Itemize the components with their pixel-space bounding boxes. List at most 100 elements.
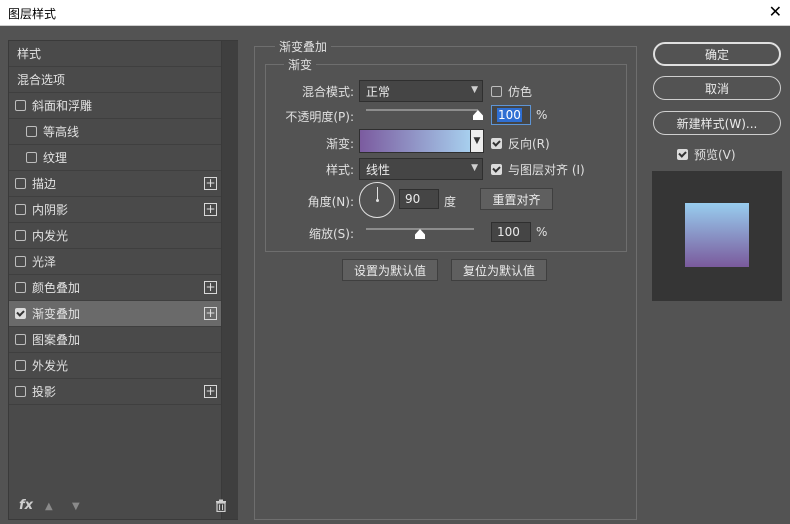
- angle-dial-center: [376, 199, 379, 202]
- chevron-down-icon: ▼: [473, 136, 481, 146]
- new-style-label: 新建样式(W)...: [676, 116, 758, 131]
- styles-list-item[interactable]: 渐变叠加 +: [9, 301, 221, 327]
- fx-button[interactable]: fx: [19, 498, 33, 513]
- styles-list-panel: 样式混合选项斜面和浮雕等高线纹理 描边 + 内阴影 + 内发光光泽颜色叠加 + 渐变叠加 + 图案…: [8, 40, 238, 520]
- reset-default-label: 复位为默认值: [462, 263, 535, 278]
- styles-list-item[interactable]: 图案叠加: [9, 327, 221, 353]
- style-checkbox[interactable]: [26, 126, 37, 137]
- style-checkbox[interactable]: [15, 360, 26, 371]
- style-label: 样式:: [325, 163, 354, 177]
- scale-slider-thumb[interactable]: [415, 229, 425, 239]
- preview-label: 预览(V): [694, 148, 736, 162]
- add-instance-icon[interactable]: +: [204, 281, 217, 294]
- opacity-slider-thumb[interactable]: [473, 110, 483, 120]
- reverse-label: 反向(R): [508, 137, 550, 151]
- styles-list-item[interactable]: 投影 +: [9, 379, 221, 405]
- chevron-down-icon: ▼: [471, 163, 478, 173]
- reset-align-label: 重置对齐: [492, 192, 541, 207]
- reset-default-button[interactable]: 复位为默认值: [451, 259, 547, 281]
- styles-list: 样式混合选项斜面和浮雕等高线纹理 描边 + 内阴影 + 内发光光泽颜色叠加 + 渐变叠加 + 图案…: [9, 41, 221, 405]
- angle-input[interactable]: 90: [399, 189, 439, 209]
- align-with-layer-checkbox[interactable]: [491, 164, 502, 175]
- styles-list-item-label: 斜面和浮雕: [32, 99, 93, 113]
- ok-button[interactable]: 确定: [653, 42, 781, 66]
- style-checkbox[interactable]: [15, 178, 26, 189]
- gradient-label: 渐变:: [325, 137, 354, 151]
- move-down-icon[interactable]: ▼: [72, 501, 80, 512]
- new-style-button[interactable]: 新建样式(W)...: [653, 111, 781, 135]
- angle-dial[interactable]: [359, 182, 395, 218]
- styles-list-item[interactable]: 样式: [9, 41, 221, 67]
- blend-mode-select[interactable]: 正常 ▼: [359, 80, 483, 102]
- gradient-dropdown-button[interactable]: ▼: [470, 129, 484, 153]
- styles-list-item-label: 外发光: [32, 359, 69, 373]
- styles-list-item-label: 样式: [17, 47, 42, 61]
- styles-list-item-label: 颜色叠加: [32, 281, 81, 295]
- styles-list-scrollbar[interactable]: [221, 41, 238, 519]
- style-checkbox[interactable]: [15, 308, 26, 319]
- style-select[interactable]: 线性 ▼: [359, 158, 483, 180]
- dither-checkbox[interactable]: [491, 86, 502, 97]
- trash-icon[interactable]: [215, 499, 227, 515]
- styles-list-item-label: 内发光: [32, 229, 69, 243]
- opacity-input[interactable]: 100: [491, 105, 531, 125]
- angle-label: 角度(N):: [307, 195, 354, 209]
- blend-mode-label: 混合模式:: [301, 85, 354, 99]
- preview-checkbox-row[interactable]: 预览(V): [677, 146, 736, 163]
- styles-list-item-label: 渐变叠加: [32, 307, 81, 321]
- gradient-subgroup: 渐变 混合模式: 正常 ▼ 仿色 不透明度(P): 100 % 渐变: ▼ 反向…: [265, 56, 627, 252]
- styles-list-item[interactable]: 光泽: [9, 249, 221, 275]
- add-instance-icon[interactable]: +: [204, 203, 217, 216]
- preview-checkbox[interactable]: [677, 149, 688, 160]
- preview-frame: [652, 171, 782, 301]
- styles-list-item[interactable]: 纹理: [9, 145, 221, 171]
- reset-align-button[interactable]: 重置对齐: [480, 188, 553, 210]
- opacity-slider-track[interactable]: [366, 109, 478, 111]
- close-icon[interactable]: ✕: [769, 2, 782, 21]
- style-checkbox[interactable]: [15, 334, 26, 345]
- window-title: 图层样式: [8, 7, 57, 21]
- add-instance-icon[interactable]: +: [204, 385, 217, 398]
- style-checkbox[interactable]: [15, 230, 26, 241]
- add-instance-icon[interactable]: +: [204, 177, 217, 190]
- scale-input[interactable]: 100: [491, 222, 531, 242]
- subgroup-title: 渐变: [284, 56, 317, 73]
- chevron-down-icon: ▼: [471, 85, 478, 95]
- opacity-label: 不透明度(P):: [285, 110, 354, 124]
- angle-value: 90: [405, 192, 421, 206]
- styles-list-item-label: 混合选项: [17, 73, 66, 87]
- style-checkbox[interactable]: [15, 100, 26, 111]
- styles-list-item[interactable]: 内发光: [9, 223, 221, 249]
- ok-label: 确定: [704, 47, 729, 62]
- add-instance-icon[interactable]: +: [204, 307, 217, 320]
- style-checkbox[interactable]: [15, 282, 26, 293]
- scale-value: 100: [497, 225, 520, 239]
- styles-list-item[interactable]: 斜面和浮雕: [9, 93, 221, 119]
- styles-list-item[interactable]: 外发光: [9, 353, 221, 379]
- styles-list-item[interactable]: 等高线: [9, 119, 221, 145]
- styles-list-item[interactable]: 内阴影 +: [9, 197, 221, 223]
- blend-mode-value: 正常: [366, 84, 391, 99]
- align-checkbox-row[interactable]: 与图层对齐 (I): [491, 161, 585, 178]
- reverse-checkbox-row[interactable]: 反向(R): [491, 135, 550, 152]
- styles-list-item-label: 图案叠加: [32, 333, 81, 347]
- reverse-checkbox[interactable]: [491, 138, 502, 149]
- styles-list-item[interactable]: 描边 +: [9, 171, 221, 197]
- gradient-swatch[interactable]: [359, 129, 471, 153]
- styles-list-footer: fx ▲ ▼: [9, 496, 226, 520]
- title-bar: 图层样式 ✕: [0, 0, 790, 26]
- style-value: 线性: [366, 162, 391, 177]
- styles-list-item-label: 等高线: [43, 125, 80, 139]
- dither-checkbox-row[interactable]: 仿色: [491, 83, 532, 100]
- styles-list-item[interactable]: 颜色叠加 +: [9, 275, 221, 301]
- styles-list-item[interactable]: 混合选项: [9, 67, 221, 93]
- set-default-button[interactable]: 设置为默认值: [342, 259, 438, 281]
- dither-label: 仿色: [508, 85, 533, 99]
- style-checkbox[interactable]: [15, 204, 26, 215]
- style-checkbox[interactable]: [15, 256, 26, 267]
- style-checkbox[interactable]: [15, 386, 26, 397]
- move-up-icon[interactable]: ▲: [45, 501, 53, 512]
- styles-list-item-label: 投影: [32, 385, 57, 399]
- style-checkbox[interactable]: [26, 152, 37, 163]
- cancel-button[interactable]: 取消: [653, 76, 781, 100]
